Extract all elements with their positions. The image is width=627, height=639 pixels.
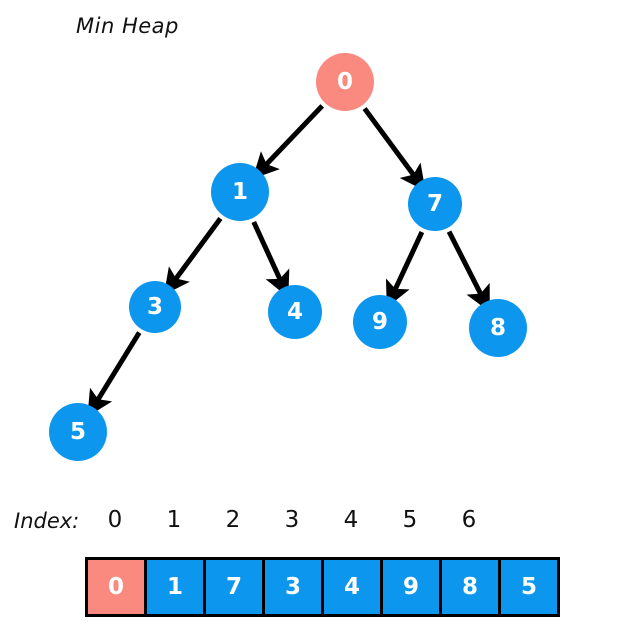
node-value: 7 <box>427 191 443 217</box>
array-cell-3[interactable]: 3 <box>262 557 324 617</box>
array-cell-0[interactable]: 0 <box>85 557 147 617</box>
node-value: 1 <box>232 179 248 205</box>
node-value: 3 <box>147 294 163 320</box>
tree-node-7[interactable]: 7 <box>408 177 462 231</box>
tree-edge-n1-n4 <box>251 220 290 298</box>
tree-node-9[interactable]: 9 <box>353 295 407 349</box>
array-cell-5[interactable]: 9 <box>380 557 442 617</box>
node-value: 5 <box>70 419 86 445</box>
tree-edges <box>87 104 490 417</box>
index-row: Index: 0 1 2 3 4 5 6 <box>0 505 627 547</box>
array-cell-1[interactable]: 1 <box>144 557 206 617</box>
tree-node-8[interactable]: 8 <box>469 299 527 357</box>
node-value: 8 <box>490 315 506 341</box>
array-representation: 01734985 <box>85 557 560 617</box>
tree-nodes: 0 1 7 3 4 9 8 5 <box>49 53 527 461</box>
index-number-0: 0 <box>107 507 123 533</box>
tree-node-4[interactable]: 4 <box>268 285 322 339</box>
min-heap-diagram: Min Heap 01734985 Index: 0123456 0173498… <box>0 0 627 639</box>
tree-node-5[interactable]: 5 <box>49 403 107 461</box>
tree-node-0[interactable]: 0 <box>316 53 374 111</box>
node-value: 9 <box>372 309 388 335</box>
tree-node-3[interactable]: 3 <box>129 281 181 333</box>
tree-node-1[interactable]: 1 <box>211 163 269 221</box>
node-value: 0 <box>337 69 353 95</box>
index-number-5: 5 <box>402 507 418 533</box>
tree-edge-n2-n6 <box>446 230 490 312</box>
array-cell-7[interactable]: 5 <box>498 557 560 617</box>
array-cell-2[interactable]: 7 <box>203 557 265 617</box>
index-number-6: 6 <box>461 507 477 533</box>
tree-edge-n1-n3 <box>163 217 223 295</box>
tree-edge-n0-n1 <box>252 104 325 179</box>
node-value: 4 <box>287 299 303 325</box>
array-cell-6[interactable]: 8 <box>439 557 501 617</box>
index-label: Index: <box>14 509 80 533</box>
tree-edge-n3-n7 <box>87 331 142 417</box>
index-number-1: 1 <box>166 507 182 533</box>
tree-edge-n2-n5 <box>385 231 425 308</box>
binary-heap-tree: 0 1 7 3 4 9 8 5 <box>49 53 527 461</box>
index-number-2: 2 <box>225 507 241 533</box>
index-number-4: 4 <box>343 507 359 533</box>
index-number-3: 3 <box>284 507 300 533</box>
array-cell-4[interactable]: 4 <box>321 557 383 617</box>
tree-edge-n0-n2 <box>362 107 426 192</box>
